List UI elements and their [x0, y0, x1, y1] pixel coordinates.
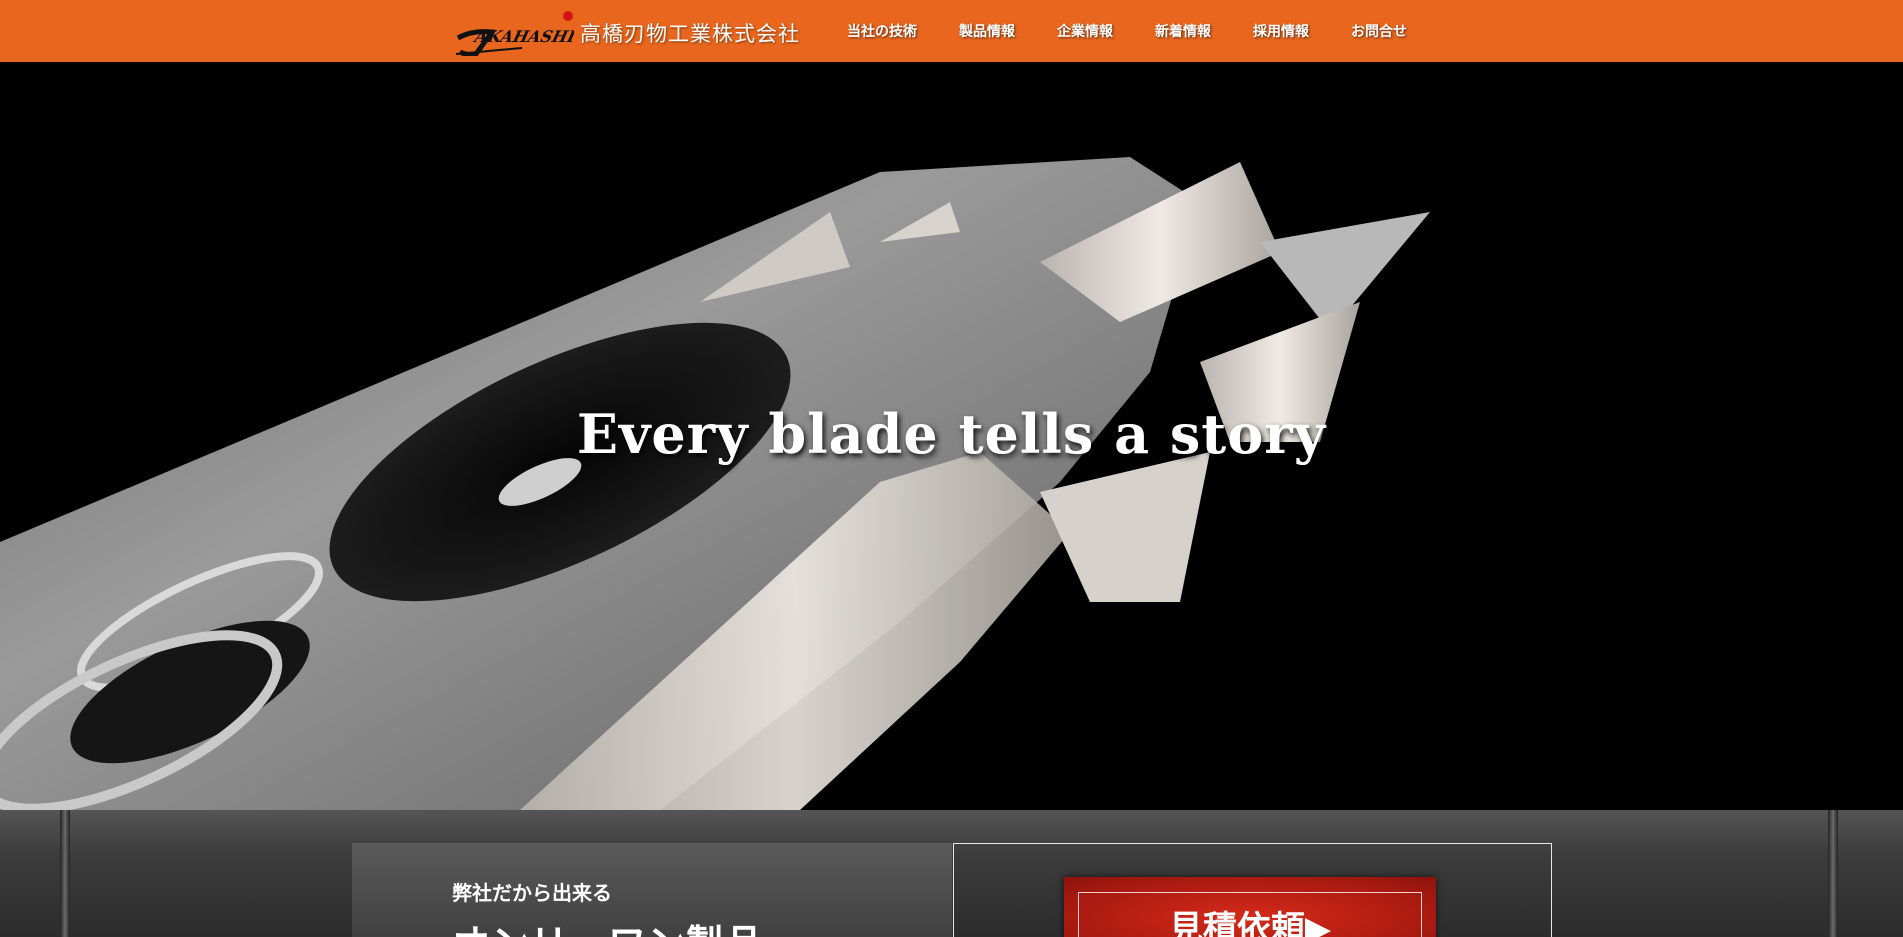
main-nav: 当社の技術 製品情報 企業情報 新着情報 採用情報 お問合せ — [826, 0, 1428, 62]
decorative-rail — [60, 810, 70, 937]
feature-subtitle: 弊社だから出来る — [452, 881, 612, 905]
quote-button-frame: 見積依頼▶ — [1078, 892, 1422, 937]
quote-button-label: 見積依頼▶ — [1168, 909, 1332, 937]
nav-item-news[interactable]: 新着情報 — [1134, 21, 1232, 41]
quote-request-button[interactable]: 見積依頼▶ — [1064, 877, 1436, 937]
hero-title: Every blade tells a story — [576, 402, 1327, 466]
feature-band: 弊社だから出来る オンリーワン製品 見積依頼▶ — [0, 810, 1903, 937]
feature-panel: 弊社だから出来る オンリーワン製品 — [352, 843, 952, 937]
quote-panel: 見積依頼▶ — [953, 843, 1552, 937]
nav-item-recruit[interactable]: 採用情報 — [1232, 21, 1330, 41]
site-header: AKAHASHI 高橋刃物工業株式会社 当社の技術 製品情報 企業情報 新着情報… — [0, 0, 1903, 62]
nav-item-products[interactable]: 製品情報 — [938, 21, 1036, 41]
feature-heading: オンリーワン製品 — [452, 913, 764, 937]
takahashi-script-logo: AKAHASHI — [455, 11, 574, 56]
nav-item-company[interactable]: 企業情報 — [1036, 21, 1134, 41]
svg-text:AKAHASHI: AKAHASHI — [471, 27, 574, 46]
nav-item-technology[interactable]: 当社の技術 — [826, 21, 938, 41]
hero-section: Every blade tells a story — [0, 62, 1903, 810]
company-name: 高橋刃物工業株式会社 — [580, 22, 800, 46]
company-logo[interactable]: AKAHASHI 高橋刃物工業株式会社 — [452, 10, 812, 56]
decorative-rail — [1828, 810, 1838, 937]
nav-item-contact[interactable]: お問合せ — [1330, 21, 1428, 41]
